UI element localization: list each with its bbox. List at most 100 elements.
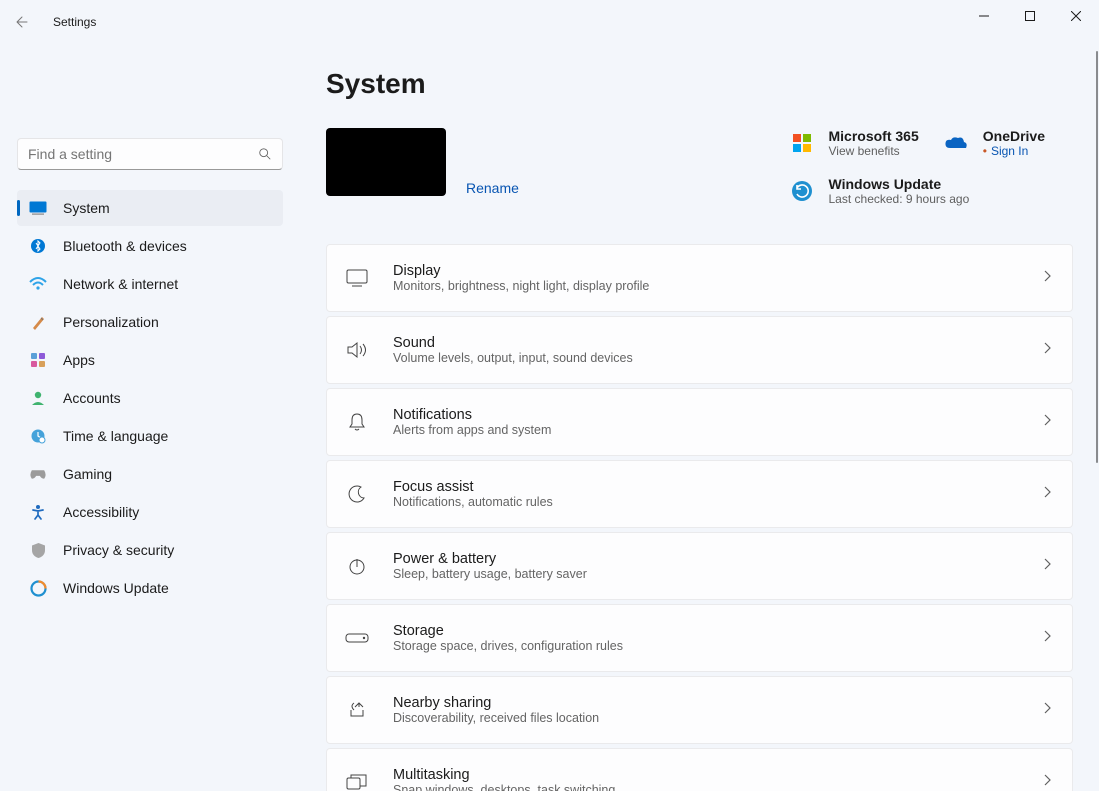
tile-sub: Discoverability, received files location — [393, 711, 1018, 725]
card-windows-update[interactable]: Windows Update Last checked: 9 hours ago — [789, 176, 1074, 206]
chevron-right-icon — [1042, 557, 1052, 576]
sidebar-item-label: Network & internet — [63, 276, 178, 292]
sidebar-item-bluetooth-devices[interactable]: Bluetooth & devices — [17, 228, 283, 264]
tile-sub: Storage space, drives, configuration rul… — [393, 639, 1018, 653]
card-title: OneDrive — [983, 128, 1045, 144]
gaming-icon — [29, 465, 47, 483]
tile-sub: Volume levels, output, input, sound devi… — [393, 351, 1018, 365]
sidebar-item-label: System — [63, 200, 110, 216]
sidebar-item-personalization[interactable]: Personalization — [17, 304, 283, 340]
close-button[interactable] — [1053, 0, 1099, 32]
power-icon — [345, 554, 369, 578]
tile-title: Power & battery — [393, 551, 1018, 567]
moon-icon — [345, 482, 369, 506]
scrollbar-thumb[interactable] — [1096, 51, 1098, 463]
chevron-right-icon — [1042, 485, 1052, 504]
sidebar-item-privacy-security[interactable]: Privacy & security — [17, 532, 283, 568]
tile-title: Multitasking — [393, 767, 1018, 783]
tile-title: Display — [393, 263, 1018, 279]
chevron-right-icon — [1042, 341, 1052, 360]
sidebar-item-gaming[interactable]: Gaming — [17, 456, 283, 492]
sidebar: System Bluetooth & devices Network & int… — [0, 44, 300, 791]
tile-storage[interactable]: Storage Storage space, drives, configura… — [326, 604, 1073, 672]
rename-link[interactable]: Rename — [466, 180, 519, 196]
sidebar-item-label: Apps — [63, 352, 95, 368]
wifi-icon — [29, 275, 47, 293]
tile-sub: Monitors, brightness, night light, displ… — [393, 279, 1018, 293]
privacy-icon — [29, 541, 47, 559]
sidebar-item-label: Personalization — [63, 314, 159, 330]
search-input[interactable] — [28, 146, 258, 162]
update-icon — [29, 579, 47, 597]
chevron-right-icon — [1042, 773, 1052, 791]
card-title: Windows Update — [829, 176, 970, 192]
sidebar-item-label: Windows Update — [63, 580, 169, 596]
tile-display[interactable]: Display Monitors, brightness, night ligh… — [326, 244, 1073, 312]
multitask-icon — [345, 770, 369, 791]
sidebar-item-accessibility[interactable]: Accessibility — [17, 494, 283, 530]
pc-thumbnail — [326, 128, 446, 196]
share-icon — [345, 698, 369, 722]
tile-sub: Notifications, automatic rules — [393, 495, 1018, 509]
window-controls — [961, 0, 1099, 40]
main-content: System Rename Microsoft 365 View be — [300, 44, 1099, 791]
sidebar-item-apps[interactable]: Apps — [17, 342, 283, 378]
chevron-right-icon — [1042, 701, 1052, 720]
card-onedrive[interactable]: OneDrive Sign In — [943, 128, 1073, 158]
microsoft-365-icon — [789, 130, 815, 156]
tile-title: Focus assist — [393, 479, 1018, 495]
tile-multitasking[interactable]: Multitasking Snap windows, desktops, tas… — [326, 748, 1073, 791]
sidebar-item-label: Privacy & security — [63, 542, 174, 558]
chevron-right-icon — [1042, 413, 1052, 432]
sidebar-item-label: Time & language — [63, 428, 168, 444]
tile-nearby-sharing[interactable]: Nearby sharing Discoverability, received… — [326, 676, 1073, 744]
chevron-right-icon — [1042, 629, 1052, 648]
sidebar-item-network-internet[interactable]: Network & internet — [17, 266, 283, 302]
sidebar-item-windows-update[interactable]: Windows Update — [17, 570, 283, 606]
tile-title: Nearby sharing — [393, 695, 1018, 711]
sidebar-item-label: Bluetooth & devices — [63, 238, 187, 254]
minimize-icon — [979, 11, 989, 21]
sidebar-item-system[interactable]: System — [17, 190, 283, 226]
window-title: Settings — [53, 15, 96, 29]
minimize-button[interactable] — [961, 0, 1007, 32]
tile-notifications[interactable]: Notifications Alerts from apps and syste… — [326, 388, 1073, 456]
titlebar: Settings — [0, 0, 1099, 44]
apps-icon — [29, 351, 47, 369]
tile-title: Storage — [393, 623, 1018, 639]
tile-sub: Sleep, battery usage, battery saver — [393, 567, 1018, 581]
tile-power-battery[interactable]: Power & battery Sleep, battery usage, ba… — [326, 532, 1073, 600]
system-header-row: Rename Microsoft 365 View benefits — [326, 128, 1073, 206]
onedrive-icon — [943, 130, 969, 156]
maximize-button[interactable] — [1007, 0, 1053, 32]
storage-icon — [345, 626, 369, 650]
tile-title: Notifications — [393, 407, 1018, 423]
tile-focus-assist[interactable]: Focus assist Notifications, automatic ru… — [326, 460, 1073, 528]
sidebar-item-accounts[interactable]: Accounts — [17, 380, 283, 416]
card-microsoft-365[interactable]: Microsoft 365 View benefits — [789, 128, 919, 158]
tile-sub: Alerts from apps and system — [393, 423, 1018, 437]
sidebar-item-label: Gaming — [63, 466, 112, 482]
card-sub[interactable]: Sign In — [983, 144, 1045, 158]
sidebar-item-label: Accounts — [63, 390, 121, 406]
bluetooth-icon — [29, 237, 47, 255]
accessibility-icon — [29, 503, 47, 521]
card-sub: View benefits — [829, 144, 919, 158]
sound-icon — [345, 338, 369, 362]
sidebar-item-time-language[interactable]: Time & language — [17, 418, 283, 454]
maximize-icon — [1025, 11, 1035, 21]
tile-sub: Snap windows, desktops, task switching — [393, 783, 1018, 791]
chevron-right-icon — [1042, 269, 1052, 288]
page-title: System — [326, 68, 1073, 100]
tile-title: Sound — [393, 335, 1018, 351]
tile-sound[interactable]: Sound Volume levels, output, input, soun… — [326, 316, 1073, 384]
time-icon — [29, 427, 47, 445]
sidebar-item-label: Accessibility — [63, 504, 139, 520]
card-title: Microsoft 365 — [829, 128, 919, 144]
search-box[interactable] — [17, 138, 283, 170]
update-status-icon — [789, 178, 815, 204]
back-arrow-icon — [13, 14, 29, 30]
card-sub: Last checked: 9 hours ago — [829, 192, 970, 206]
display-icon — [345, 266, 369, 290]
back-button[interactable] — [0, 0, 42, 44]
